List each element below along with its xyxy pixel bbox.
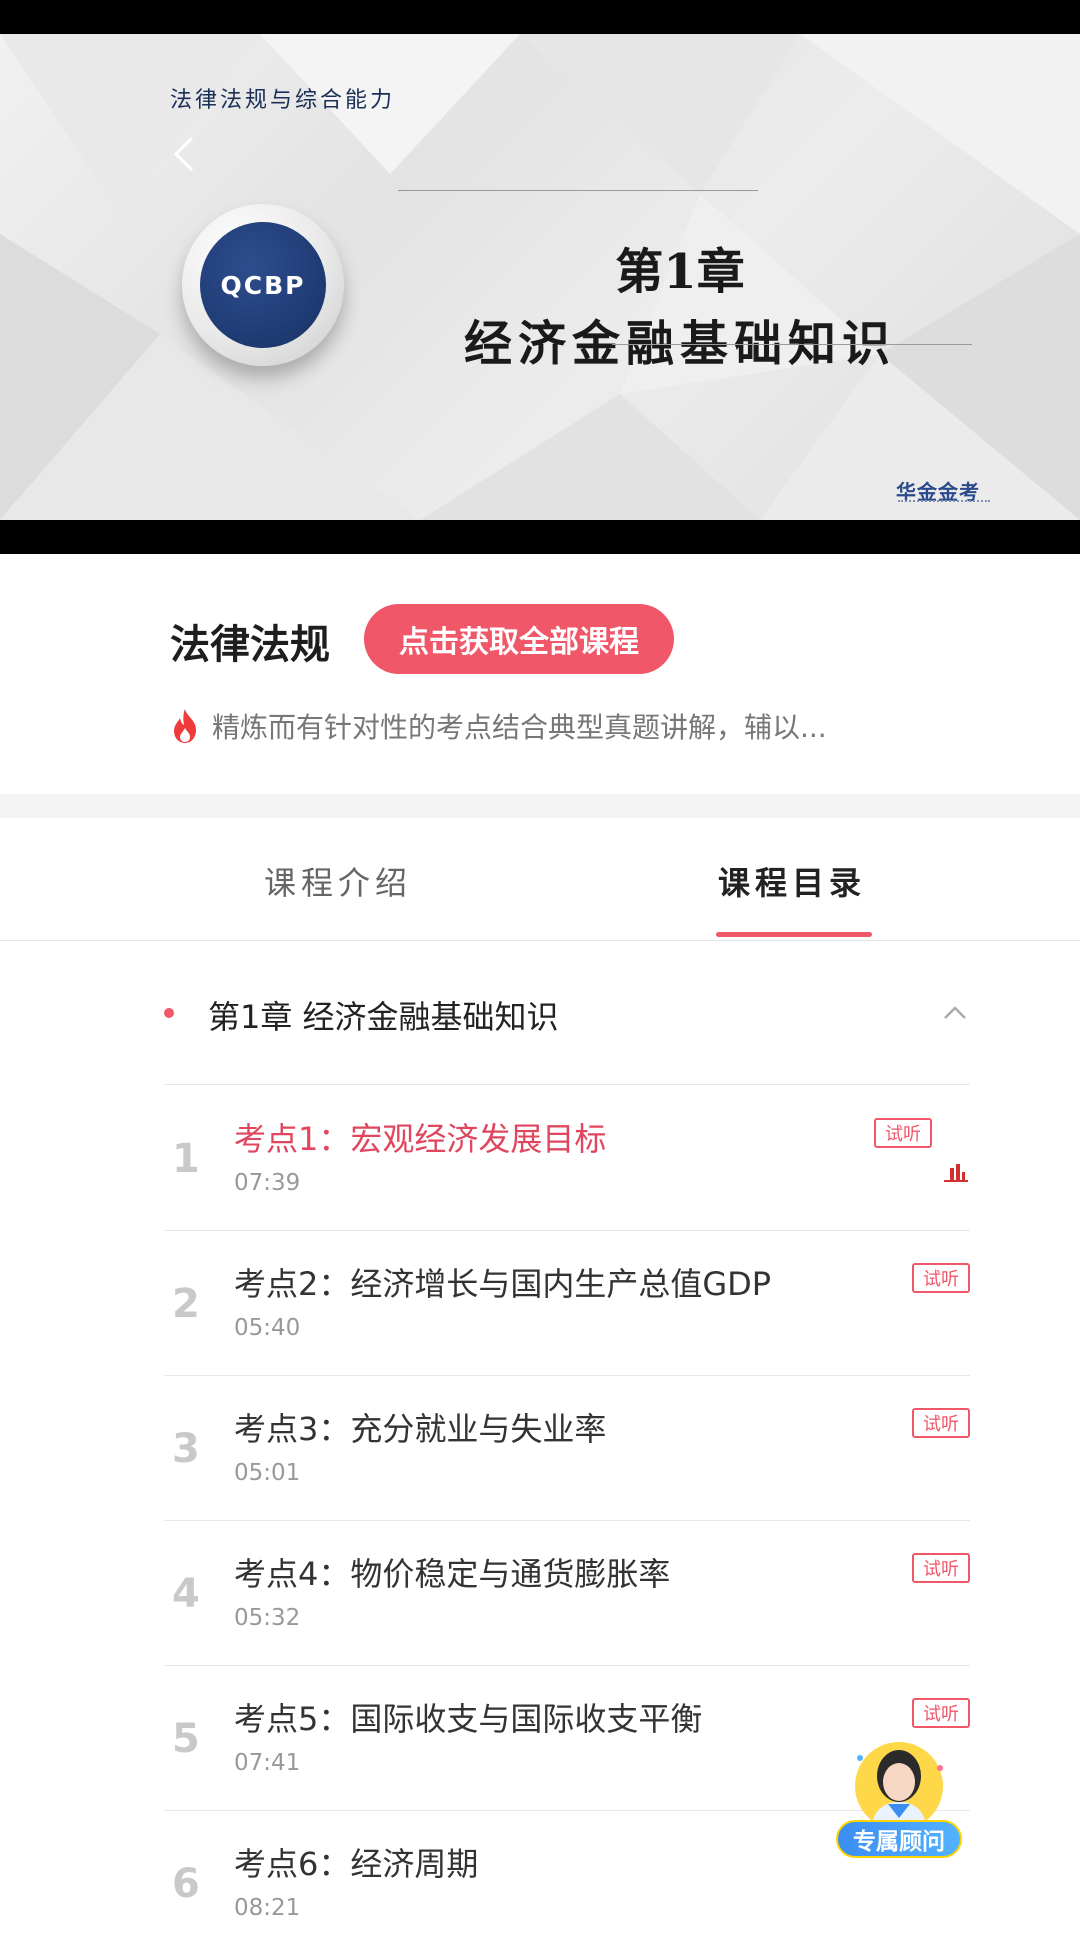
lesson-duration: 07:41 [234, 1750, 301, 1776]
tab-course-intro[interactable]: 课程介绍 [264, 858, 412, 904]
title-rule-bottom [612, 344, 972, 345]
lesson-number: 5 [172, 1716, 200, 1762]
lesson-title: 考点5：国际收支与国际收支平衡 [234, 1700, 703, 1738]
lesson-title: 考点6：经济周期 [234, 1845, 479, 1883]
lesson-number: 1 [172, 1136, 200, 1182]
advisor-label: 专属顾问 [836, 1820, 962, 1858]
lesson-item[interactable]: 1 考点1：宏观经济发展目标 07:39 试听 [164, 1086, 970, 1231]
advisor-float-button[interactable]: 专属顾问 [836, 1728, 962, 1860]
video-bottom-bar [0, 520, 1080, 554]
trial-badge[interactable]: 试听 [912, 1553, 970, 1583]
lesson-duration: 05:32 [234, 1605, 301, 1631]
lesson-duration: 05:01 [234, 1460, 301, 1486]
video-chapter-title: 经济金融基础知识 [463, 316, 896, 372]
lesson-title: 考点4：物价稳定与通货膨胀率 [234, 1555, 671, 1593]
trial-badge[interactable]: 试听 [912, 1408, 970, 1438]
status-bar-area [0, 0, 1080, 34]
lesson-number: 3 [172, 1426, 200, 1472]
lesson-item[interactable]: 4 考点4：物价稳定与通货膨胀率 05:32 试听 [164, 1521, 970, 1666]
back-button[interactable] [166, 132, 202, 176]
course-description-row: 精炼而有针对性的考点结合典型真题讲解，辅以... [170, 706, 827, 746]
lesson-number: 2 [172, 1281, 200, 1327]
section-separator [0, 794, 1080, 818]
lesson-number: 4 [172, 1571, 200, 1617]
lesson-number: 6 [172, 1861, 200, 1907]
chapter-bullet-dot [164, 1008, 174, 1018]
fire-icon [174, 709, 196, 743]
lesson-title: 考点1：宏观经济发展目标 [234, 1120, 607, 1158]
trial-badge[interactable]: 试听 [874, 1118, 932, 1148]
trial-badge[interactable]: 试听 [912, 1698, 970, 1728]
lesson-title: 考点3：充分就业与失业率 [234, 1410, 607, 1448]
active-tab-indicator [716, 932, 872, 937]
lesson-duration: 05:40 [234, 1315, 301, 1341]
tab-course-catalog[interactable]: 课程目录 [718, 858, 866, 904]
lesson-duration: 07:39 [234, 1170, 301, 1196]
video-chapter-number: 第1章 [615, 244, 745, 300]
lesson-title: 考点2：经济增长与国内生产总值GDP [234, 1265, 772, 1303]
now-playing-icon [944, 1164, 968, 1182]
tabs-divider [0, 940, 1080, 941]
lesson-item[interactable]: 3 考点3：充分就业与失业率 05:01 试听 [164, 1376, 970, 1521]
qcbp-logo-text: QCBP [200, 222, 326, 348]
advisor-avatar [855, 1742, 943, 1830]
brand-watermark-underline [898, 500, 990, 505]
chapter-header[interactable]: 第1章 经济金融基础知识 [164, 984, 970, 1044]
chapter-divider [164, 1084, 970, 1085]
chapter-title: 第1章 经济金融基础知识 [208, 998, 559, 1036]
chevron-left-icon [173, 136, 194, 172]
video-player[interactable]: 法律法规与综合能力 QCBP 第1章 经济金融基础知识 华金金考 [0, 34, 1080, 520]
lesson-duration: 08:21 [234, 1895, 301, 1921]
get-all-courses-button[interactable]: 点击获取全部课程 [364, 604, 674, 674]
video-subtitle: 法律法规与综合能力 [170, 88, 396, 113]
lesson-item[interactable]: 2 考点2：经济增长与国内生产总值GDP 05:40 试听 [164, 1231, 970, 1376]
chevron-up-icon[interactable] [940, 998, 970, 1028]
trial-badge[interactable]: 试听 [912, 1263, 970, 1293]
course-name: 法律法规 [170, 622, 330, 668]
course-description: 精炼而有针对性的考点结合典型真题讲解，辅以... [212, 711, 827, 744]
qcbp-logo: QCBP [182, 204, 344, 366]
title-rule-top [398, 190, 758, 191]
